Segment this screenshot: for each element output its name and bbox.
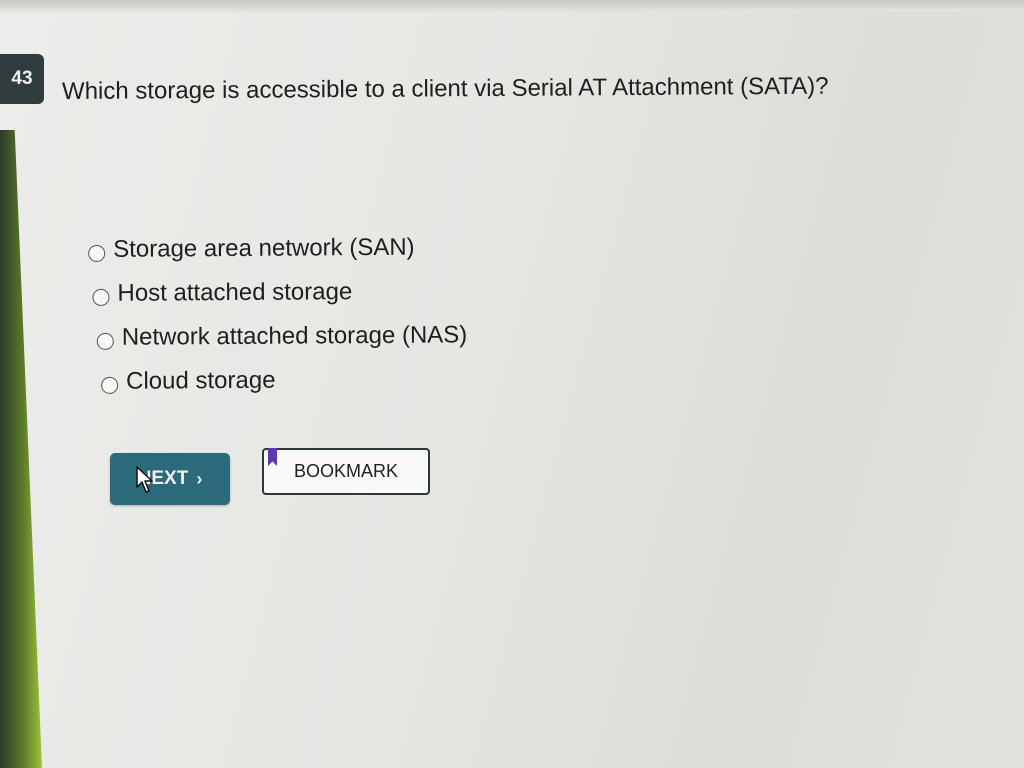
question-text: Which storage is accessible to a client … xyxy=(61,72,829,105)
bookmark-button-label: BOOKMARK xyxy=(293,461,399,481)
radio-button-icon[interactable] xyxy=(92,288,110,306)
answer-option-label: Host attached storage xyxy=(117,278,353,307)
radio-button-icon[interactable] xyxy=(88,244,106,262)
quiz-page: 43 Which storage is accessible to a clie… xyxy=(0,0,1024,768)
answer-option-label: Network attached storage (NAS) xyxy=(121,321,468,351)
radio-button-icon[interactable] xyxy=(96,332,114,350)
answer-option-label: Storage area network (SAN) xyxy=(113,233,415,263)
next-button[interactable]: NEXT › xyxy=(110,453,230,505)
radio-button-icon[interactable] xyxy=(101,376,119,394)
answer-option-4[interactable]: Cloud storage xyxy=(101,357,468,404)
answer-option-label: Cloud storage xyxy=(125,366,276,395)
answer-option-3[interactable]: Network attached storage (NAS) xyxy=(96,313,468,360)
bookmark-button[interactable]: BOOKMARK xyxy=(262,448,430,495)
answer-options: Storage area network (SAN) Host attached… xyxy=(88,225,468,404)
chevron-right-icon: › xyxy=(196,468,203,489)
question-number-badge: 43 xyxy=(0,54,44,104)
answer-option-2[interactable]: Host attached storage xyxy=(92,269,467,316)
answer-option-1[interactable]: Storage area network (SAN) xyxy=(88,225,467,272)
bookmark-flag-icon xyxy=(268,448,277,466)
mouse-pointer-icon xyxy=(136,466,153,493)
